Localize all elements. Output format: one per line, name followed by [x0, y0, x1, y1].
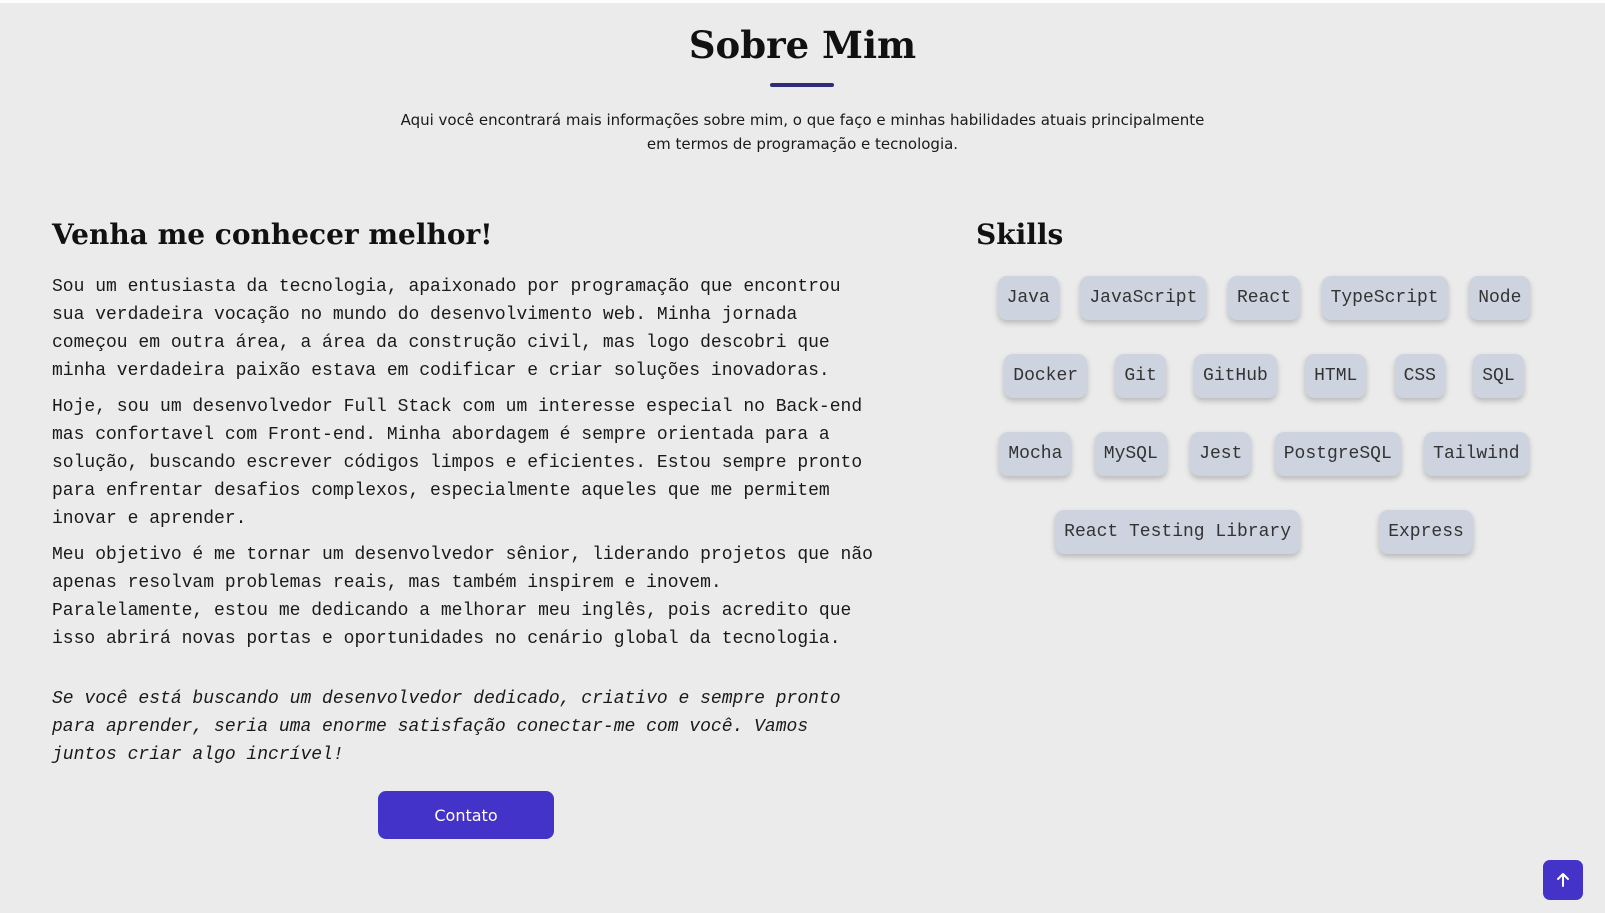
scroll-to-top-button[interactable] — [1543, 860, 1583, 900]
about-closing-paragraph: Se você está buscando um desenvolvedor d… — [52, 689, 841, 765]
skills-list: Java JavaScript React TypeScript Node Do… — [976, 275, 1552, 587]
contact-button[interactable]: Contato — [378, 791, 554, 839]
skill-chip: Express — [1379, 510, 1473, 554]
skill-chip: CSS — [1394, 354, 1445, 398]
about-paragraph-1: Sou um entusiasta da tecnologia, apaixon… — [52, 277, 841, 381]
skill-chip: Jest — [1190, 432, 1252, 476]
page-title: Sobre Mim — [688, 23, 917, 67]
skill-chip: GitHub — [1194, 354, 1277, 398]
skill-chip: Git — [1115, 354, 1166, 398]
skill-chip: React — [1227, 276, 1300, 320]
about-paragraph-2: Hoje, sou um desenvolvedor Full Stack co… — [52, 397, 863, 529]
skill-chip: Docker — [1004, 354, 1088, 398]
skills-row: Java JavaScript React TypeScript Node — [976, 275, 1552, 321]
skill-chip: SQL — [1473, 354, 1524, 398]
skills-row: Mocha MySQL Jest PostgreSQL Tailwind — [976, 431, 1552, 477]
skill-chip: React Testing Library — [1055, 510, 1301, 554]
skill-chip: Mocha — [999, 432, 1072, 476]
title-underline — [770, 83, 834, 87]
about-heading: Venha me conhecer melhor! — [52, 218, 493, 251]
skill-chip: MySQL — [1094, 432, 1167, 476]
about-section: Sobre Mim Aqui você encontrará mais info… — [0, 3, 1605, 913]
skills-row: Docker Git GitHub HTML CSS SQL — [976, 353, 1552, 399]
skill-chip: Node — [1469, 276, 1531, 320]
skill-chip: Java — [997, 276, 1059, 320]
arrow-up-icon — [1554, 871, 1572, 889]
skill-chip: TypeScript — [1321, 276, 1448, 320]
skill-chip: JavaScript — [1080, 276, 1207, 320]
skill-chip: HTML — [1305, 354, 1367, 398]
section-intro: Aqui você encontrará mais informações so… — [400, 111, 1205, 153]
about-paragraph-3: Meu objetivo é me tornar um desenvolvedo… — [52, 545, 873, 649]
skill-chip: Tailwind — [1424, 432, 1529, 476]
skills-row: React Testing Library Express — [976, 509, 1552, 555]
skill-chip: PostgreSQL — [1274, 432, 1401, 476]
skills-heading: Skills — [976, 218, 1064, 251]
